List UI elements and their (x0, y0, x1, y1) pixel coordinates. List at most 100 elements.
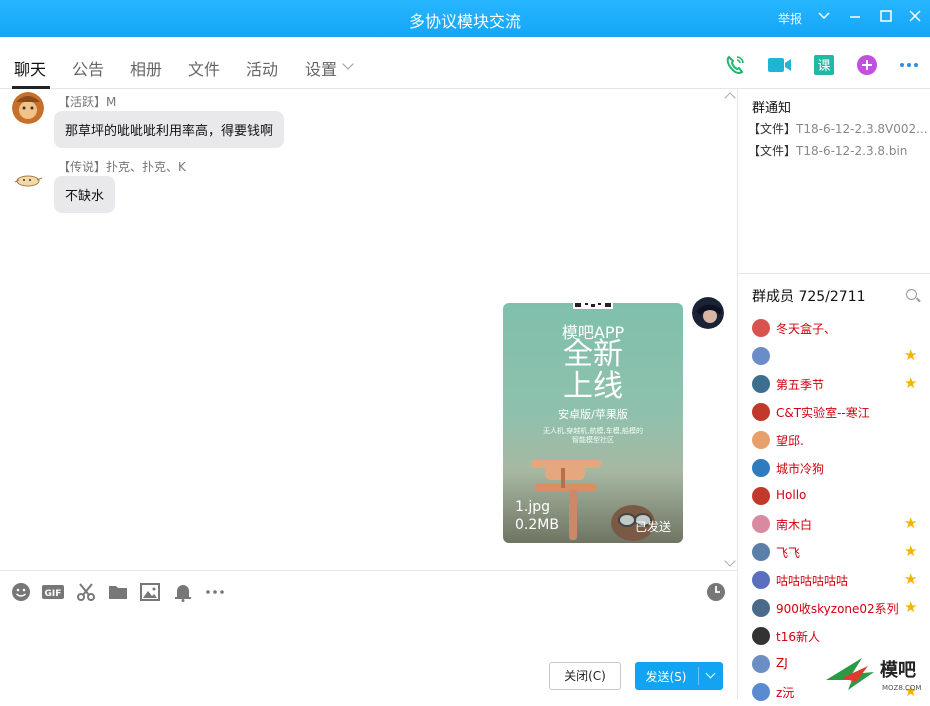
message-input-area[interactable]: GIF 关闭(C) 发送(S) (0, 570, 737, 699)
member-name[interactable]: 城市冷狗 (776, 460, 824, 477)
image-platforms: 安卓版/苹果版 (558, 408, 628, 421)
member-avatar[interactable] (752, 627, 770, 645)
close-icon[interactable] (906, 9, 924, 27)
member-star-icon: ★ (904, 346, 918, 364)
video-icon[interactable] (767, 54, 793, 76)
member-list-item[interactable]: t16新人 (738, 622, 930, 650)
member-name[interactable]: 冬天盒子、 (776, 320, 836, 337)
report-link[interactable]: 举报 (778, 10, 802, 27)
message-sender[interactable]: 【传说】扑克、扑克、K (58, 158, 186, 175)
notice-file-tag: 【文件】 (748, 144, 797, 158)
member-avatar[interactable] (752, 599, 770, 617)
image-icon[interactable] (140, 582, 160, 602)
member-search-icon[interactable] (906, 289, 917, 300)
member-name[interactable]: z沅 (776, 684, 794, 701)
gif-label: GIF (45, 589, 62, 599)
tab-bar: 聊天 公告 相册 文件 活动 设置 课 (0, 37, 930, 89)
tab-announcements[interactable]: 公告 (72, 56, 104, 80)
gif-icon[interactable]: GIF (42, 582, 64, 602)
member-avatar[interactable] (752, 431, 770, 449)
maximize-icon[interactable] (877, 9, 895, 27)
member-avatar[interactable] (752, 319, 770, 337)
member-list-item[interactable]: 南木白 ★ (738, 510, 930, 538)
member-name[interactable]: 咕咕咕咕咕咕 (776, 572, 848, 589)
minimize-icon[interactable] (846, 9, 864, 27)
member-avatar[interactable] (752, 515, 770, 533)
member-name[interactable]: Hollo (776, 488, 806, 502)
message-bubble[interactable]: 那草坪的呲呲呲利用率高，得要钱啊 (54, 111, 285, 148)
send-button-label: 发送(S) (645, 670, 687, 684)
tab-files[interactable]: 文件 (188, 56, 220, 80)
add-app-icon[interactable] (856, 54, 878, 76)
member-list-item[interactable]: 咕咕咕咕咕咕 ★ (738, 566, 930, 594)
member-avatar[interactable] (752, 347, 770, 365)
message-bubble[interactable]: 不缺水 (54, 176, 116, 213)
avatar[interactable] (692, 297, 724, 329)
tab-activities[interactable]: 活动 (246, 56, 278, 80)
qr-code-icon (573, 303, 613, 309)
member-name[interactable]: 望邱. (776, 432, 804, 449)
folder-icon[interactable] (108, 582, 128, 602)
member-avatar[interactable] (752, 459, 770, 477)
title-bar: 多协议模块交流 举报 (0, 0, 930, 37)
phone-icon[interactable] (724, 54, 746, 76)
member-avatar[interactable] (752, 655, 770, 673)
member-list-item[interactable]: C&T实验室--寒江 (738, 398, 930, 426)
member-name[interactable]: 第五季节 (776, 376, 824, 393)
member-name[interactable]: t16新人 (776, 628, 820, 645)
more-icon[interactable] (205, 582, 225, 602)
member-avatar[interactable] (752, 571, 770, 589)
send-button-divider (698, 667, 699, 685)
emoji-icon[interactable] (11, 582, 31, 602)
member-avatar[interactable] (752, 403, 770, 421)
bell-icon[interactable] (173, 582, 193, 602)
notice-file-item[interactable]: 【文件】T18-6-12-2.3.8.bin (748, 142, 907, 159)
member-list-item[interactable]: 冬天盒子、 (738, 314, 930, 342)
member-name[interactable]: 飞飞 (776, 544, 800, 561)
course-label: 课 (817, 59, 830, 74)
scroll-down-icon[interactable] (724, 555, 736, 567)
tab-chat[interactable]: 聊天 (14, 56, 46, 80)
tab-settings[interactable]: 设置 (305, 56, 337, 80)
avatar[interactable] (12, 92, 44, 124)
settings-caret-icon[interactable] (342, 58, 354, 70)
course-icon[interactable]: 课 (813, 54, 835, 76)
chevron-down-icon[interactable] (815, 9, 833, 27)
image-tagline: 无人机,穿越机,航模,车模,船模的 智能模型社区 (543, 427, 643, 444)
member-list-item[interactable]: 望邱. (738, 426, 930, 454)
notice-file-tag: 【文件】 (748, 122, 797, 136)
send-button[interactable]: 发送(S) (635, 662, 723, 690)
notice-file-name: T18-6-12-2.3.8.bin (796, 144, 908, 158)
member-name[interactable]: C&T实验室--寒江 (776, 404, 870, 421)
member-list-item[interactable]: 900收skyzone02系列 ★ (738, 594, 930, 622)
tab-album[interactable]: 相册 (130, 56, 162, 80)
member-list-item[interactable]: Hollo (738, 482, 930, 510)
chat-message-area[interactable]: 【活跃】M 那草坪的呲呲呲利用率高，得要钱啊 【传说】扑克、扑克、K 不缺水 模… (0, 89, 737, 570)
image-sent-status: 已发送 (634, 520, 671, 534)
member-avatar[interactable] (752, 543, 770, 561)
member-name[interactable]: 南木白 (776, 516, 812, 533)
avatar[interactable] (12, 165, 44, 197)
scissors-icon[interactable] (76, 582, 96, 602)
history-clock-icon[interactable] (706, 582, 726, 602)
message-sender[interactable]: 【活跃】M (58, 93, 116, 110)
member-list-item[interactable]: 城市冷狗 (738, 454, 930, 482)
member-avatar[interactable] (752, 487, 770, 505)
member-list-item[interactable]: 飞飞 ★ (738, 538, 930, 566)
image-big-text: 全新 上线 (563, 337, 623, 404)
image-file-size: 0.2MB (515, 517, 559, 533)
member-list-item[interactable]: ★ (738, 342, 930, 370)
member-name[interactable]: ZJ (776, 656, 788, 670)
member-avatar[interactable] (752, 375, 770, 393)
notice-file-item[interactable]: 【文件】T18-6-12-2.3.8V002... (748, 120, 928, 137)
member-avatar[interactable] (752, 683, 770, 701)
more-icon[interactable] (898, 54, 920, 76)
close-button[interactable]: 关闭(C) (549, 662, 621, 690)
scroll-up-icon[interactable] (724, 92, 736, 104)
member-list-item[interactable]: 第五季节 ★ (738, 370, 930, 398)
members-heading: 群成员 725/2711 (752, 289, 866, 305)
send-options-chevron-icon[interactable] (705, 668, 716, 679)
member-star-icon: ★ (904, 570, 918, 588)
image-message[interactable]: 模吧APP 全新 上线 安卓版/苹果版 无人机,穿越机,航模,车模,船模的 智能… (503, 303, 683, 543)
member-name[interactable]: 900收skyzone02系列 (776, 600, 899, 617)
